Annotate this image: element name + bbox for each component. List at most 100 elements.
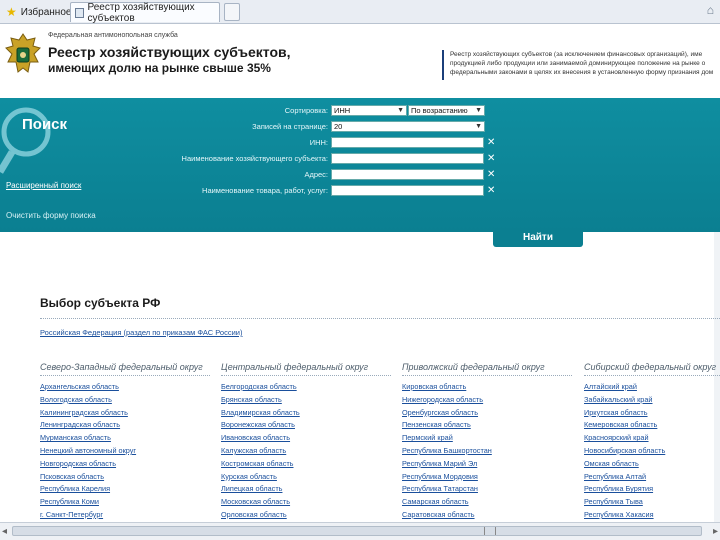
region-link[interactable]: Республика Хакасия xyxy=(584,510,720,523)
browser-tab[interactable]: Реестр хозяйствующих субъектов xyxy=(70,2,220,24)
favorites-label: Избранное xyxy=(20,6,72,18)
region-link[interactable]: г. Санкт-Петербург xyxy=(40,510,210,523)
region-link[interactable]: Республика Коми xyxy=(40,497,210,510)
sort-select[interactable]: ИНН ▼ xyxy=(331,104,407,116)
region-link[interactable]: Ленинградская область xyxy=(40,420,210,433)
region-link[interactable]: Мурманская область xyxy=(40,433,210,446)
horizontal-scrollbar[interactable]: ◂ ▸ xyxy=(0,522,720,540)
agency-name: Федеральная антимонопольная служба xyxy=(48,32,178,39)
inn-input[interactable] xyxy=(331,136,484,148)
inn-row: ИНН: ✕ xyxy=(0,136,720,148)
name-input[interactable] xyxy=(331,152,484,164)
site-title[interactable]: Реестр хозяйствующих субъектов, имеющих … xyxy=(48,44,291,76)
region-link[interactable]: Республика Башкортостан xyxy=(402,446,572,459)
sort-label: Сортировка: xyxy=(284,105,328,115)
notice-line: федеральными законами в целях их внесени… xyxy=(450,69,714,76)
region-link[interactable]: Республика Тыва xyxy=(584,497,720,510)
region-link[interactable]: Республика Карелия xyxy=(40,484,210,497)
scrollbar-thumb[interactable] xyxy=(12,526,702,536)
region-link[interactable]: Ивановская область xyxy=(221,433,391,446)
per-page-select[interactable]: 20 ▼ xyxy=(331,120,485,132)
region-link[interactable]: Республика Мордовия xyxy=(402,472,572,485)
address-row: Адрес: ✕ xyxy=(0,168,720,180)
region-link[interactable]: Орловская область xyxy=(221,510,391,523)
header-divider xyxy=(442,50,444,80)
region-link[interactable]: Республика Марий Эл xyxy=(402,459,572,472)
region-link[interactable]: Костромская область xyxy=(221,459,391,472)
clear-name-icon[interactable]: ✕ xyxy=(487,153,495,164)
chevron-down-icon: ▼ xyxy=(475,106,482,114)
region-link[interactable]: Липецкая область xyxy=(221,484,391,497)
divider xyxy=(40,375,210,376)
sort-order-select[interactable]: По возрастанию ▼ xyxy=(408,104,485,116)
region-link[interactable]: Алтайский край xyxy=(584,382,720,395)
district-header: Приволжский федеральный округ xyxy=(402,362,545,372)
goods-label: Наименование товара, работ, услуг: xyxy=(202,185,328,195)
region-link[interactable]: Брянская область xyxy=(221,395,391,408)
region-section-title: Выбор субъекта РФ xyxy=(40,296,161,310)
region-link[interactable]: Самарская область xyxy=(402,497,572,510)
region-link[interactable]: Воронежская область xyxy=(221,420,391,433)
region-link[interactable]: Курская область xyxy=(221,472,391,485)
region-link[interactable]: Псковская область xyxy=(40,472,210,485)
region-link[interactable]: Республика Татарстан xyxy=(402,484,572,497)
site-header: Федеральная антимонопольная служба Реест… xyxy=(0,24,720,98)
region-link[interactable]: Оренбургская область xyxy=(402,408,572,421)
divider xyxy=(402,375,572,376)
address-input[interactable] xyxy=(331,168,484,180)
district-column: Северо-Западный федеральный округ Арханг… xyxy=(40,362,210,523)
region-link[interactable]: Вологодская область xyxy=(40,395,210,408)
region-link[interactable]: Калужская область xyxy=(221,446,391,459)
region-link[interactable]: Иркутская область xyxy=(584,408,720,421)
page-icon xyxy=(75,7,84,18)
home-icon[interactable]: ⌂ xyxy=(707,3,714,17)
region-link[interactable]: Кемеровская область xyxy=(584,420,720,433)
clear-address-icon[interactable]: ✕ xyxy=(487,169,495,180)
scroll-left-icon[interactable]: ◂ xyxy=(2,526,7,537)
district-column: Центральный федеральный округ Белгородск… xyxy=(221,362,391,523)
clear-form-link[interactable]: Очистить форму поиска xyxy=(6,211,96,220)
new-tab-button[interactable] xyxy=(224,3,240,21)
region-link[interactable]: Архангельская область xyxy=(40,382,210,395)
region-link[interactable]: Красноярский край xyxy=(584,433,720,446)
clear-goods-icon[interactable]: ✕ xyxy=(487,185,495,196)
goods-row: Наименование товара, работ, услуг: ✕ xyxy=(0,184,720,196)
scroll-right-icon[interactable]: ▸ xyxy=(713,526,718,537)
scrollbar-grip-icon xyxy=(484,527,496,535)
clear-inn-icon[interactable]: ✕ xyxy=(487,137,495,148)
region-link[interactable]: Пензенская область xyxy=(402,420,572,433)
browser-tab-bar: ★ Избранное Реестр хозяйствующих субъект… xyxy=(0,0,720,24)
region-link[interactable]: Забайкальский край xyxy=(584,395,720,408)
district-header: Северо-Западный федеральный округ xyxy=(40,362,203,372)
region-link[interactable]: Республика Бурятия xyxy=(584,484,720,497)
region-link[interactable]: Белгородская область xyxy=(221,382,391,395)
find-button[interactable]: Найти xyxy=(493,228,583,247)
region-link[interactable]: Кировская область xyxy=(402,382,572,395)
favorites-button[interactable]: ★ Избранное xyxy=(2,2,71,22)
name-label: Наименование хозяйствующего субъекта: xyxy=(181,153,328,163)
region-link[interactable]: Омская область xyxy=(584,459,720,472)
notice-line: продукцией либо продукции или занимаемой… xyxy=(450,60,706,67)
region-link[interactable]: Новосибирская область xyxy=(584,446,720,459)
divider xyxy=(221,375,391,376)
region-link[interactable]: Ненецкий автономный округ xyxy=(40,446,210,459)
district-column: Приволжский федеральный округ Кировская … xyxy=(402,362,572,523)
region-link[interactable]: Владимирская область xyxy=(221,408,391,421)
district-column: Сибирский федеральный округ Алтайский кр… xyxy=(584,362,720,523)
region-section: Выбор субъекта РФ Российская Федерация (… xyxy=(24,288,720,524)
chevron-down-icon: ▼ xyxy=(475,122,482,130)
goods-input[interactable] xyxy=(331,184,484,196)
region-link[interactable]: Пермский край xyxy=(402,433,572,446)
region-link[interactable]: Московская область xyxy=(221,497,391,510)
chevron-down-icon: ▼ xyxy=(397,106,404,114)
sort-value: ИНН xyxy=(334,105,351,115)
russian-federation-link[interactable]: Российская Федерация (раздел по приказам… xyxy=(40,328,242,337)
region-link[interactable]: Новгородская область xyxy=(40,459,210,472)
region-link[interactable]: Нижегородская область xyxy=(402,395,572,408)
per-page-value: 20 xyxy=(334,121,343,131)
eagle-emblem-icon xyxy=(5,33,41,73)
region-link[interactable]: Калининградская область xyxy=(40,408,210,421)
region-link[interactable]: Республика Алтай xyxy=(584,472,720,485)
inn-label: ИНН: xyxy=(309,137,328,147)
region-link[interactable]: Саратовская область xyxy=(402,510,572,523)
